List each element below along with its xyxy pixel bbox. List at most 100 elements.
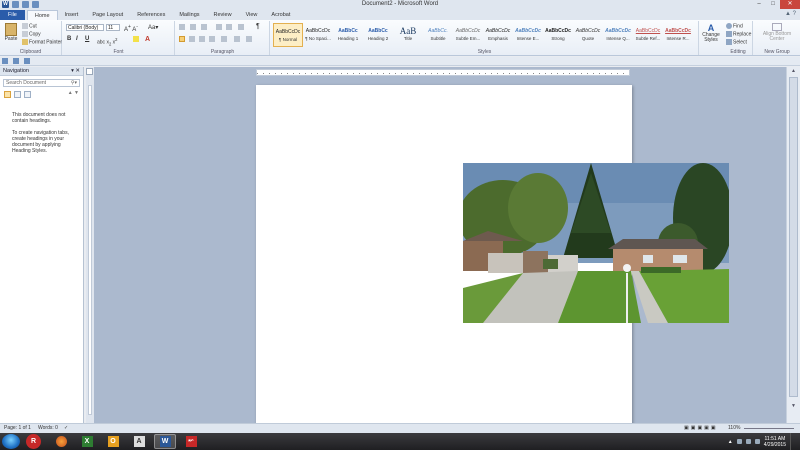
tab-references[interactable]: References [130,10,172,20]
highlight-button[interactable] [133,36,140,42]
tab-insert[interactable]: Insert [58,10,86,20]
italic-button[interactable]: I [76,36,78,42]
ribbon-tabs: File Home Insert Page Layout References … [0,10,800,20]
scroll-down-icon[interactable]: ▼ [787,403,800,411]
clock[interactable]: 11:51 AM 4/29/2015 [764,436,786,448]
document-page[interactable] [256,85,729,423]
align-right-button[interactable] [199,36,206,42]
help-icon[interactable]: ▲ ? [785,11,796,17]
strikethrough-button[interactable]: abc x2 x2 [97,37,117,47]
replace-button[interactable]: Replace [726,31,751,37]
flag-icon[interactable] [736,439,742,444]
inserted-photo[interactable] [463,163,729,323]
show-marks-button[interactable]: ¶ [256,23,260,30]
search-icon[interactable]: ⚲▾ [71,80,77,87]
cut-button[interactable]: Cut [22,23,37,29]
show-desktop-button[interactable] [790,433,796,450]
network-icon[interactable] [745,439,751,444]
excel-icon[interactable]: X [76,434,98,449]
increase-indent-button[interactable] [226,24,233,30]
paste-button[interactable]: Paste [3,23,19,42]
justify-button[interactable] [209,36,216,42]
save-small-icon[interactable] [2,58,8,64]
navigation-close-icon[interactable]: ▾ ✕ [71,67,80,76]
browse-results-icon[interactable] [24,90,31,98]
decrease-indent-button[interactable] [216,24,223,30]
style-title[interactable]: AaB Title [393,23,423,47]
tab-review[interactable]: Review [207,10,239,20]
zoom-level[interactable]: 110% [728,424,740,433]
style-intense-q[interactable]: AaBbCcDc Intense Q... [603,23,633,47]
multilevel-list-button[interactable] [201,24,208,30]
shading-button[interactable] [234,36,241,42]
close-button[interactable]: ✕ [780,0,800,9]
select-button[interactable]: Select [726,39,747,45]
align-center-button[interactable] [189,36,196,42]
tab-page-layout[interactable]: Page Layout [85,10,130,20]
browse-headings-icon[interactable] [4,90,11,98]
bullets-button[interactable] [179,24,186,30]
tab-mailings[interactable]: Mailings [172,10,206,20]
browse-pages-icon[interactable] [14,90,21,98]
sort-button[interactable] [238,24,245,30]
scroll-thumb[interactable] [789,77,798,397]
acrobat-icon[interactable]: A [128,434,150,449]
align-bottom-center-button[interactable]: Align Bottom Center [756,23,798,42]
vertical-scrollbar[interactable]: ▲ ▼ [786,67,800,423]
align-right-icon [199,36,205,42]
search-document-input[interactable]: Search Document ⚲▾ [3,79,80,87]
minimize-button[interactable]: – [752,0,766,9]
copy-button[interactable]: Copy [22,31,41,37]
style-emphasis[interactable]: AaBbCcDc Emphasis [483,23,513,47]
style-quote[interactable]: AaBbCcDc Quote [573,23,603,47]
firefox-icon[interactable] [50,434,72,449]
word-taskbar-icon[interactable]: W [154,434,176,449]
style-intense-r[interactable]: AaBbCcDc Intense R... [663,23,693,47]
change-styles-button[interactable]: A Change Styles [700,23,722,43]
style-subtitle[interactable]: AaBbCc. Subtitle [423,23,453,47]
style-subtle-ref[interactable]: AaBbCcDc Subtle Ref... [633,23,663,47]
scroll-up-icon[interactable]: ▲ [787,68,800,76]
grow-font-button[interactable]: A+ A- [124,24,138,33]
underline-button[interactable]: U [85,36,89,42]
start-button[interactable] [2,434,20,449]
style-intense-e[interactable]: AaBbCcDc Intense E... [513,23,543,47]
page-count[interactable]: Page: 1 of 1 [4,424,31,433]
style-no-spaci[interactable]: AaBbCcDc ¶ No Spaci... [303,23,333,47]
tab-file[interactable]: File [0,10,25,20]
style-normal[interactable]: AaBbCcDc ¶ Normal [273,23,303,47]
font-color-button[interactable]: A [145,36,150,43]
style-heading-1[interactable]: AaBbCc Heading 1 [333,23,363,47]
outlook-icon[interactable]: O [102,434,124,449]
pdf-icon[interactable]: ↜ [180,434,202,449]
style-subtle-em[interactable]: AaBbCcDc Subtle Em... [453,23,483,47]
maximize-button[interactable]: □ [766,0,780,9]
align-left-button[interactable] [179,36,186,42]
view-buttons[interactable]: ▣▣▣▣▣ [684,424,718,433]
font-size-select[interactable]: 11 [106,24,120,31]
word-count[interactable]: Words: 0 [38,424,58,433]
line-spacing-button[interactable] [221,36,228,42]
style-heading-2[interactable]: AaBbCc Heading 2 [363,23,393,47]
tab-acrobat[interactable]: Acrobat [264,10,297,20]
numbering-button[interactable] [190,24,197,30]
change-case-button[interactable]: Aa▾ [148,24,158,31]
zoom-slider[interactable] [744,428,794,429]
format-painter-button[interactable]: Format Painter [22,39,62,45]
bold-button[interactable]: B [67,36,71,42]
tray-expand-icon[interactable]: ▲ [728,439,733,445]
borders-button[interactable] [246,36,253,42]
volume-icon[interactable] [754,439,760,444]
tab-selector[interactable] [86,68,93,75]
tab-home[interactable]: Home [26,10,58,20]
style-strong[interactable]: AaBbCcDc Strong [543,23,573,47]
redo-small-icon[interactable] [24,58,30,64]
undo-small-icon[interactable] [13,58,19,64]
font-name-select[interactable]: Calibri (Body) [66,24,104,31]
horizontal-ruler[interactable] [256,69,630,76]
find-button[interactable]: Find [726,23,743,29]
navigation-arrows[interactable]: ▲ ▼ [68,90,79,96]
taskbar-app-r[interactable]: R [26,434,41,449]
proofing-icon[interactable]: ✓ [64,424,68,433]
tab-view[interactable]: View [239,10,265,20]
